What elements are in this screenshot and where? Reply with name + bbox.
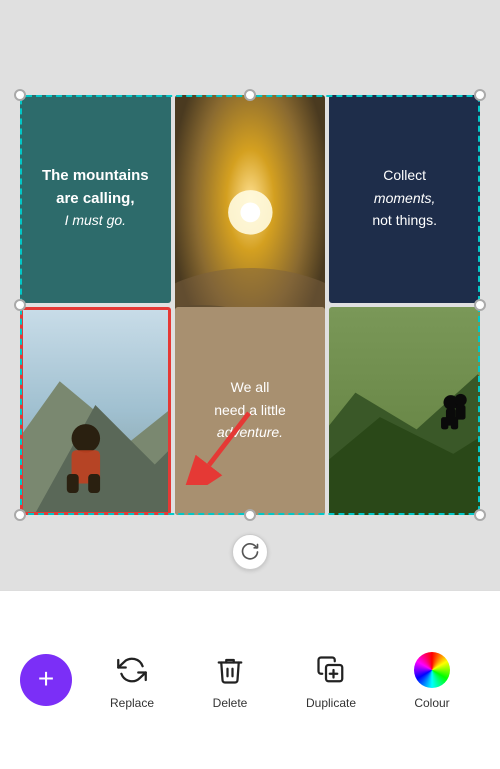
delete-icon <box>215 655 245 685</box>
add-button[interactable]: + <box>20 654 72 706</box>
collage-cell-5[interactable]: We allneed a littleadventure. <box>175 307 326 515</box>
cell-5-text: We allneed a littleadventure. <box>214 379 286 440</box>
delete-button[interactable]: Delete <box>210 650 250 710</box>
toolbar-actions: Replace Delete <box>82 650 480 710</box>
photo-ridge-svg <box>329 307 480 515</box>
cell-1-italic: I must go. <box>65 212 126 228</box>
colour-icon-wrap <box>412 650 452 690</box>
handle-top-left[interactable] <box>14 89 26 101</box>
handle-mid-left[interactable] <box>14 299 26 311</box>
duplicate-label: Duplicate <box>306 696 356 710</box>
rotate-icon <box>240 542 260 562</box>
duplicate-button[interactable]: Duplicate <box>306 650 356 710</box>
collage-cell-4[interactable] <box>20 307 171 515</box>
photo-person-svg <box>23 310 168 512</box>
replace-button[interactable]: Replace <box>110 650 154 710</box>
collage-cell-3[interactable]: Collectmoments,not things. <box>329 95 480 303</box>
handle-mid-right[interactable] <box>474 299 486 311</box>
duplicate-icon <box>316 655 346 685</box>
collage-cell-6[interactable] <box>329 307 480 515</box>
rotate-button[interactable] <box>232 534 268 570</box>
delete-icon-wrap <box>210 650 250 690</box>
collage-wrapper: The mountainsare calling, I must go. <box>20 95 480 515</box>
handle-bottom-center[interactable] <box>244 509 256 521</box>
handle-bottom-left[interactable] <box>14 509 26 521</box>
handle-bottom-right[interactable] <box>474 509 486 521</box>
replace-label: Replace <box>110 696 154 710</box>
colour-swatch <box>414 652 450 688</box>
collage-cell-1[interactable]: The mountainsare calling, I must go. <box>20 95 171 303</box>
colour-label: Colour <box>414 696 449 710</box>
replace-icon-wrap <box>112 650 152 690</box>
cell-3-text: Collectmoments,not things. <box>372 167 437 228</box>
delete-label: Delete <box>213 696 248 710</box>
duplicate-icon-wrap <box>311 650 351 690</box>
colour-button[interactable]: Colour <box>412 650 452 710</box>
replace-icon <box>117 655 147 685</box>
cell-1-text: The mountainsare calling, <box>42 167 149 206</box>
handle-top-right[interactable] <box>474 89 486 101</box>
handle-top-center[interactable] <box>244 89 256 101</box>
add-icon: + <box>38 665 54 693</box>
bottom-toolbar: + Replace <box>0 590 500 769</box>
collage-grid: The mountainsare calling, I must go. <box>20 95 480 515</box>
canvas-area: The mountainsare calling, I must go. <box>0 0 500 590</box>
